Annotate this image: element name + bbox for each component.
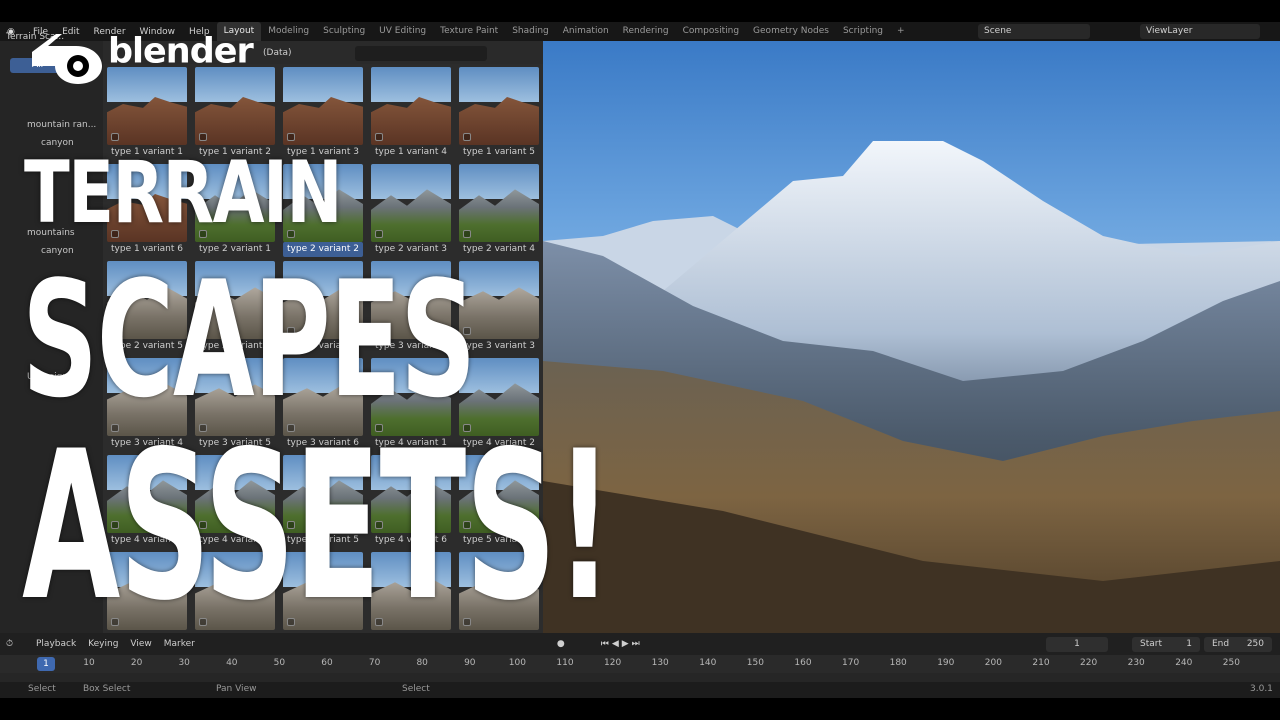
tab-geometry-nodes[interactable]: Geometry Nodes (746, 22, 836, 41)
tab-uv-editing[interactable]: UV Editing (372, 22, 433, 41)
frame-tick-label: 190 (937, 658, 955, 668)
blender-logo-icon (32, 34, 102, 84)
frame-tick-label: 130 (651, 658, 669, 668)
frame-tick-label: 250 (1222, 658, 1240, 668)
status-version: 3.0.1 (1250, 684, 1273, 694)
asset-tile[interactable]: type 1 variant 4 (371, 67, 451, 160)
title-line-scapes: SCAPES (22, 246, 476, 433)
add-workspace-icon[interactable]: + (890, 22, 912, 41)
frame-tick-label: 50 (273, 658, 286, 668)
playhead-frame[interactable]: 1 (37, 657, 55, 671)
frame-tick-label: 210 (1032, 658, 1050, 668)
frame-tick-label: 140 (699, 658, 717, 668)
scene-name: Scene (984, 26, 1012, 36)
asset-checkbox[interactable] (375, 133, 383, 141)
frame-tick-label: 150 (746, 658, 764, 668)
frame-tick-label: 170 (842, 658, 860, 668)
title-line-assets: ASSETS! (22, 408, 613, 646)
frame-tick-label: 110 (556, 658, 574, 668)
current-frame-field[interactable]: 1 (1046, 637, 1108, 652)
frame-tick-label: 30 (178, 658, 190, 668)
blender-wordmark: blender (108, 31, 254, 72)
title-line-terrain: TERRAIN (24, 143, 343, 243)
frame-tick-label: 60 (321, 658, 333, 668)
tab-rendering[interactable]: Rendering (616, 22, 676, 41)
start-label: Start (1140, 639, 1162, 649)
end-value: 250 (1246, 639, 1264, 649)
status-pan-view: Pan View (216, 684, 257, 694)
asset-thumbnail (283, 67, 363, 145)
asset-checkbox[interactable] (199, 133, 207, 141)
asset-thumbnail (459, 164, 539, 242)
status-select-2: Select (402, 684, 430, 694)
tab-scripting[interactable]: Scripting (836, 22, 890, 41)
frame-tick-label: 120 (604, 658, 622, 668)
render-viewport[interactable] (543, 41, 1280, 633)
scene-selector[interactable]: Scene (978, 24, 1090, 39)
start-frame-field[interactable]: Start 1 (1132, 637, 1200, 652)
asset-checkbox[interactable] (463, 133, 471, 141)
current-frame-value: 1 (1074, 639, 1080, 649)
asset-label: type 1 variant 5 (463, 147, 535, 157)
frame-tick-label: 40 (226, 658, 238, 668)
status-select: Select (28, 684, 56, 694)
asset-search-input[interactable] (355, 46, 487, 61)
end-frame-field[interactable]: End 250 (1204, 637, 1272, 652)
frame-tick-label: 200 (984, 658, 1002, 668)
frame-tick-label: 100 (508, 658, 526, 668)
asset-checkbox[interactable] (463, 230, 471, 238)
asset-label: type 1 variant 4 (375, 147, 447, 157)
blender-logo: blender (26, 22, 276, 84)
frame-tick-label: 230 (1127, 658, 1145, 668)
frame-tick-label: 90 (464, 658, 476, 668)
tab-shading[interactable]: Shading (505, 22, 556, 41)
mountain-render (543, 141, 1280, 633)
frame-tick-label: 10 (83, 658, 95, 668)
view-layer-selector[interactable]: ViewLayer (1140, 24, 1260, 39)
tab-sculpting[interactable]: Sculpting (316, 22, 372, 41)
asset-checkbox[interactable] (287, 133, 295, 141)
frame-tick-label: 220 (1080, 658, 1098, 668)
frame-tick-label: 80 (416, 658, 428, 668)
frame-ruler[interactable]: 1 10 20 30 40 50 60 70 80 90 100 110 120 130 140 150 16… (0, 655, 1280, 673)
tab-compositing[interactable]: Compositing (676, 22, 746, 41)
timeline-track[interactable] (0, 673, 1280, 682)
tab-animation[interactable]: Animation (556, 22, 616, 41)
end-label: End (1212, 639, 1230, 649)
tab-texture-paint[interactable]: Texture Paint (433, 22, 505, 41)
frame-tick-label: 20 (130, 658, 143, 668)
start-value: 1 (1186, 639, 1192, 649)
asset-tile[interactable]: type 1 variant 5 (459, 67, 539, 160)
asset-thumbnail (371, 164, 451, 242)
frame-tick-label: 160 (794, 658, 812, 668)
status-box-select: Box Select (83, 684, 131, 694)
status-bar: Select Box Select Pan View Select 3.0.1 (0, 682, 1280, 698)
view-layer-name: ViewLayer (1146, 26, 1193, 36)
catalog-mountain-ranges[interactable]: mountain ran... (27, 120, 96, 130)
frame-tick-label: 240 (1175, 658, 1193, 668)
asset-tile[interactable]: type 2 variant 3 (371, 164, 451, 257)
frame-tick-label: 70 (368, 658, 381, 668)
asset-thumbnail (459, 67, 539, 145)
asset-thumbnail (371, 67, 451, 145)
frame-tick-label: 180 (889, 658, 907, 668)
asset-tile[interactable]: type 2 variant 4 (459, 164, 539, 257)
asset-checkbox[interactable] (111, 133, 119, 141)
asset-checkbox[interactable] (375, 230, 383, 238)
